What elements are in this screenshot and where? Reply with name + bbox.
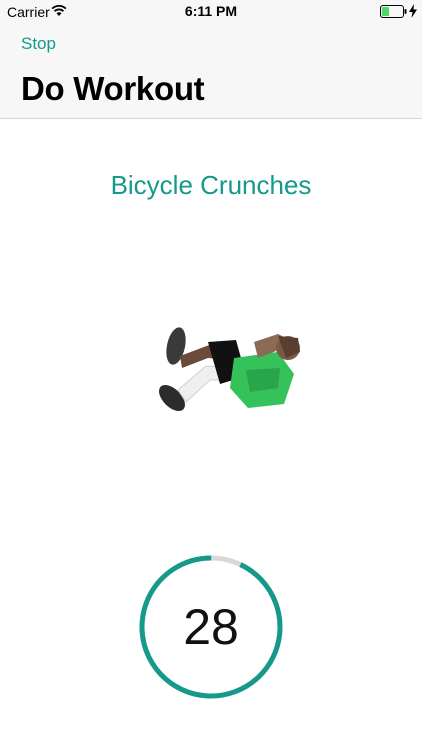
exercise-figure-illustration	[159, 327, 300, 411]
battery-icon	[380, 5, 407, 18]
stop-button[interactable]: Stop	[21, 34, 56, 54]
timer-value: 28	[183, 599, 239, 655]
navigation-bar: Stop Do Workout	[0, 24, 422, 119]
clock-time: 6:11 PM	[184, 3, 238, 19]
page-title: Do Workout	[21, 70, 205, 107]
status-bar: Carrier 6:11 PM	[0, 0, 422, 24]
charging-bolt-icon	[409, 4, 417, 18]
countdown-timer: 28	[136, 552, 286, 702]
exercise-name: Bicycle Crunches	[110, 170, 312, 200]
